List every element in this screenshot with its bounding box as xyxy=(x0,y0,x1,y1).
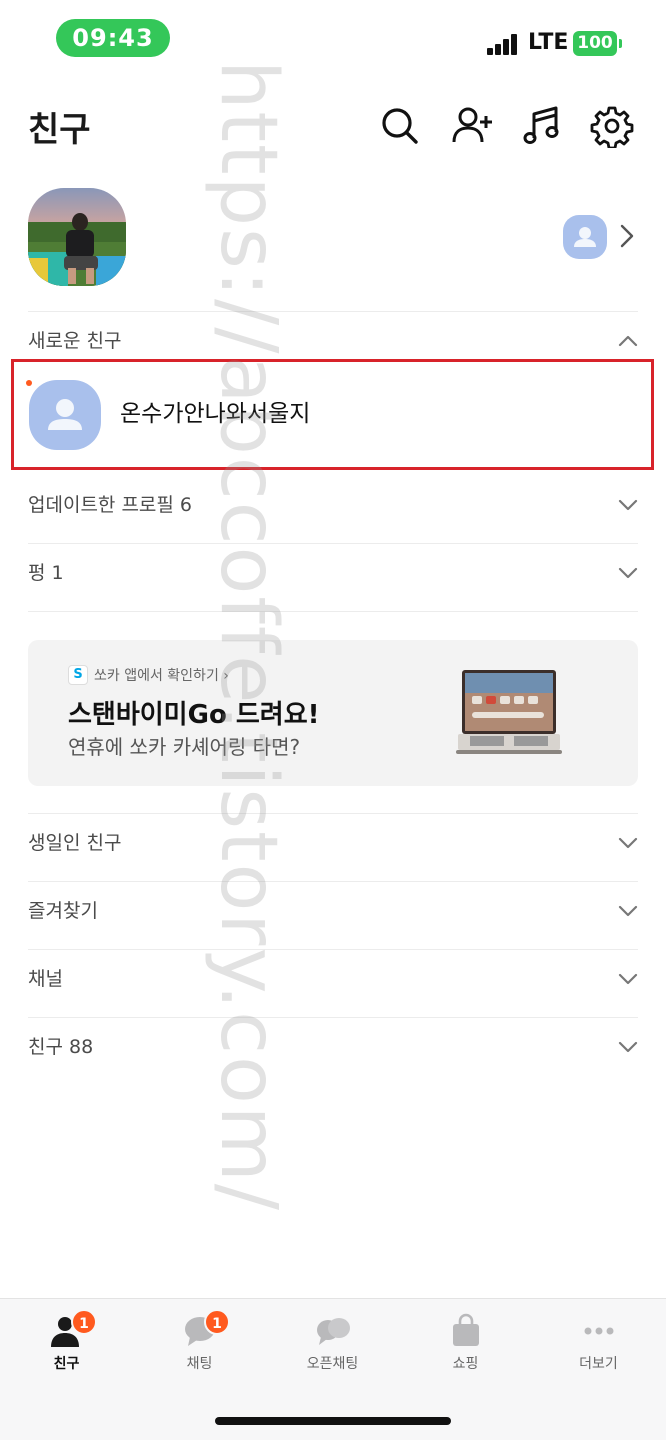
ad-product-image xyxy=(456,670,562,754)
section-favorites[interactable]: 즐겨찾기 xyxy=(0,877,666,945)
section-label: 친구 88 xyxy=(28,1036,94,1058)
nav-label: 쇼핑 xyxy=(452,1356,479,1372)
section-label: 업데이트한 프로필 6 xyxy=(28,494,193,516)
friend-name: 온수가안나와서울지 xyxy=(120,401,311,427)
nav-label: 친구 xyxy=(53,1356,80,1372)
section-label: 펑 1 xyxy=(28,562,64,584)
new-indicator-dot xyxy=(26,380,32,386)
nav-badge: 1 xyxy=(71,1309,97,1335)
nav-label: 채팅 xyxy=(186,1356,213,1372)
nav-chat[interactable]: 1 채팅 xyxy=(133,1299,266,1389)
header: 친구 xyxy=(0,96,666,160)
battery-icon: 100 xyxy=(573,31,622,56)
signal-icon xyxy=(487,33,519,55)
friend-avatar[interactable] xyxy=(29,380,101,450)
add-friend-icon[interactable] xyxy=(450,104,494,148)
chevron-up-icon[interactable] xyxy=(618,331,638,351)
chevron-down-icon[interactable] xyxy=(618,1037,638,1057)
chevron-down-icon[interactable] xyxy=(618,563,638,583)
section-pung[interactable]: 펑 1 xyxy=(0,539,666,607)
ad-subtitle: 연휴에 쏘카 카셰어링 타면? xyxy=(68,735,301,759)
chevron-right-icon[interactable] xyxy=(618,222,636,250)
section-channels[interactable]: 채널 xyxy=(0,945,666,1013)
nav-label: 더보기 xyxy=(579,1356,618,1372)
socar-logo-icon: S xyxy=(68,665,88,685)
chevron-down-icon[interactable] xyxy=(618,833,638,853)
bottom-nav: 1 친구 1 채팅 오픈채팅 쇼핑 더보기 xyxy=(0,1298,666,1440)
section-birthday[interactable]: 생일인 친구 xyxy=(0,809,666,877)
section-updated-profiles[interactable]: 업데이트한 프로필 6 xyxy=(0,471,666,539)
nav-label: 오픈채팅 xyxy=(306,1356,359,1372)
divider xyxy=(28,611,638,612)
nav-open-chat[interactable]: 오픈채팅 xyxy=(266,1299,399,1389)
nav-shopping[interactable]: 쇼핑 xyxy=(399,1299,532,1389)
more-icon xyxy=(584,1327,613,1335)
ad-banner[interactable]: S 쏘카 앱에서 확인하기 › 스탠바이미Go 드려요! 연휴에 쏘카 카셰어링… xyxy=(28,640,638,786)
network-label: LTE xyxy=(528,30,569,55)
page-title: 친구 xyxy=(28,110,91,150)
settings-icon[interactable] xyxy=(590,104,634,148)
ad-link[interactable]: 쏘카 앱에서 확인하기 › xyxy=(94,665,229,685)
home-indicator[interactable] xyxy=(215,1417,451,1425)
search-icon[interactable] xyxy=(378,104,422,148)
section-label: 즐겨찾기 xyxy=(28,900,98,922)
section-friends[interactable]: 친구 88 xyxy=(0,1013,666,1081)
section-label: 채널 xyxy=(28,968,63,990)
profile-music-avatar[interactable] xyxy=(563,215,607,259)
new-friend-item[interactable]: 온수가안나와서울지 xyxy=(11,359,654,470)
section-label: 생일인 친구 xyxy=(28,832,122,854)
music-icon[interactable] xyxy=(520,104,564,148)
my-profile-avatar[interactable] xyxy=(28,188,126,286)
open-chat-icon xyxy=(316,1318,350,1345)
my-profile[interactable] xyxy=(0,186,666,292)
status-bar: 09:43 LTE 100 xyxy=(0,0,666,80)
shopping-bag-icon xyxy=(452,1313,479,1346)
nav-friends[interactable]: 1 친구 xyxy=(0,1299,133,1389)
ad-title: 스탠바이미Go 드려요! xyxy=(68,700,320,730)
chevron-down-icon[interactable] xyxy=(618,495,638,515)
status-time: 09:43 xyxy=(56,19,170,57)
chevron-down-icon[interactable] xyxy=(618,901,638,921)
nav-more[interactable]: 더보기 xyxy=(532,1299,665,1389)
chevron-down-icon[interactable] xyxy=(618,969,638,989)
nav-badge: 1 xyxy=(204,1309,230,1335)
